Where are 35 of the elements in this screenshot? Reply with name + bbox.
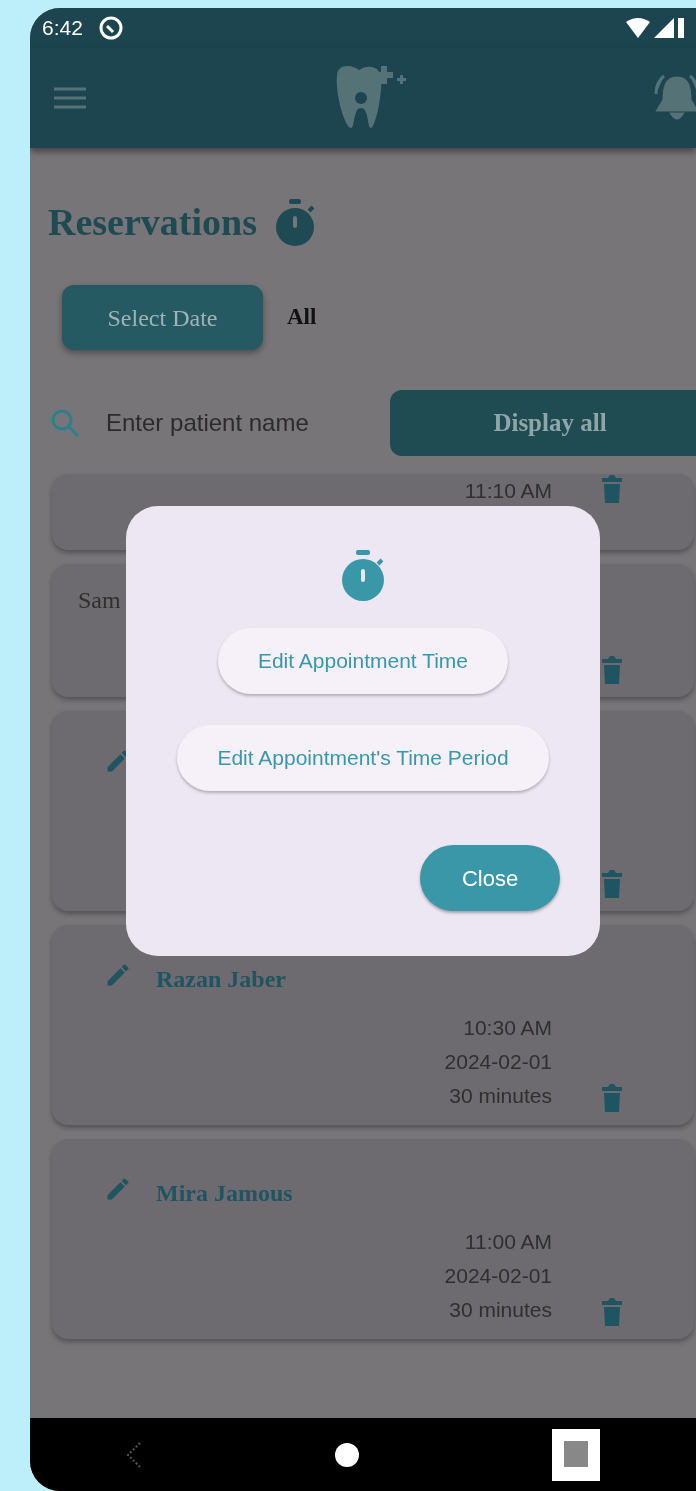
page-title: Reservations [48,200,257,245]
dialog-option-button[interactable]: Edit Appointment's Time Period [177,725,549,791]
close-button[interactable]: Close [420,845,560,911]
recents-icon[interactable] [551,1428,600,1481]
dialog-option-button[interactable]: Edit Appointment Time [217,628,509,694]
trash-icon[interactable] [600,474,624,504]
trash-icon[interactable] [600,1297,624,1327]
wifi-icon [626,18,650,38]
battery-icon [678,18,684,38]
home-icon[interactable] [335,1442,359,1467]
search-field[interactable]: Enter patient name [104,404,374,442]
appointment-date: 2024-02-01 [444,1263,552,1289]
appointment-duration: 30 minutes [448,1297,552,1323]
trash-icon[interactable] [600,655,624,685]
appointment-time: 10:30 AM [462,1015,552,1041]
trash-icon[interactable] [600,1083,624,1113]
status-time: 6:42 [42,15,83,42]
patient-name: Mira Jamous [156,1179,293,1208]
select-date-button[interactable]: Select Date [62,285,263,350]
filter-value: All [287,303,317,332]
search-icon [50,408,80,438]
display-all-button[interactable]: Display all [390,390,696,456]
appointment-date: 2024-02-01 [444,1049,552,1075]
stopwatch-icon [340,550,386,602]
appointment-duration: 30 minutes [448,1083,552,1109]
notification-icon [98,16,123,40]
appointment-time: 11:00 AM [463,1229,552,1255]
back-icon[interactable] [126,1440,143,1469]
menu-icon[interactable] [54,87,86,109]
bell-icon[interactable] [654,74,696,122]
patient-name: Razan Jaber [156,965,286,994]
trash-icon[interactable] [600,869,624,899]
signal-icon [654,18,674,38]
appointment-time: 11:10 AM [464,478,552,504]
patient-name: Sam [78,586,121,615]
